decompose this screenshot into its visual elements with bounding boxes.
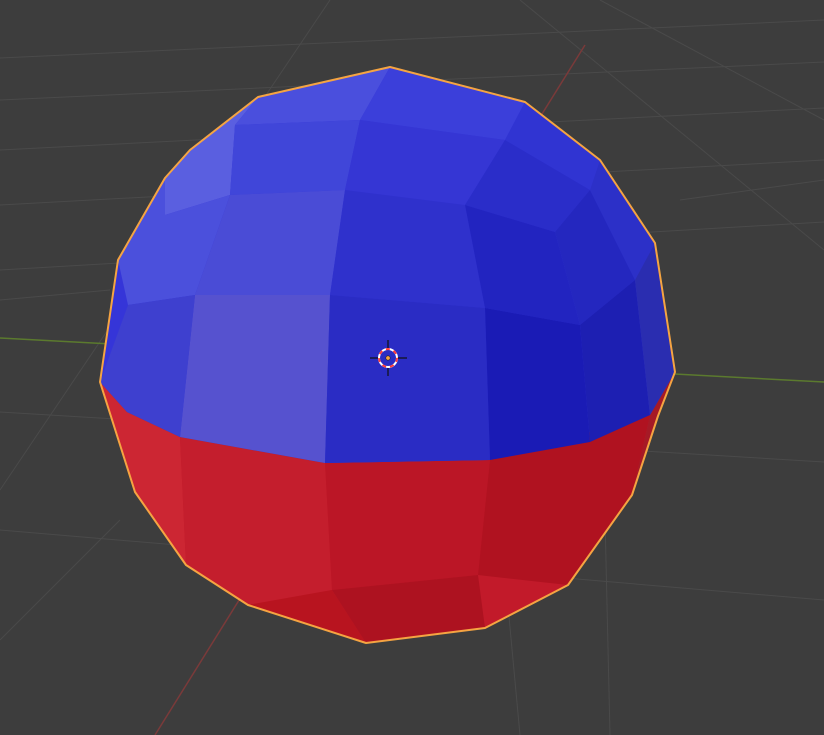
facet-shade: [325, 460, 490, 590]
facet-shade: [230, 120, 360, 195]
facet-shade: [180, 295, 330, 463]
facet-shade: [330, 190, 485, 308]
viewport-canvas[interactable]: [0, 0, 824, 735]
3d-viewport[interactable]: [0, 0, 824, 735]
sphere-mesh[interactable]: [99, 66, 676, 644]
facet-shade: [485, 308, 590, 460]
facet-shade: [180, 437, 332, 605]
object-origin-icon: [385, 355, 391, 361]
facet-shade: [325, 295, 490, 463]
